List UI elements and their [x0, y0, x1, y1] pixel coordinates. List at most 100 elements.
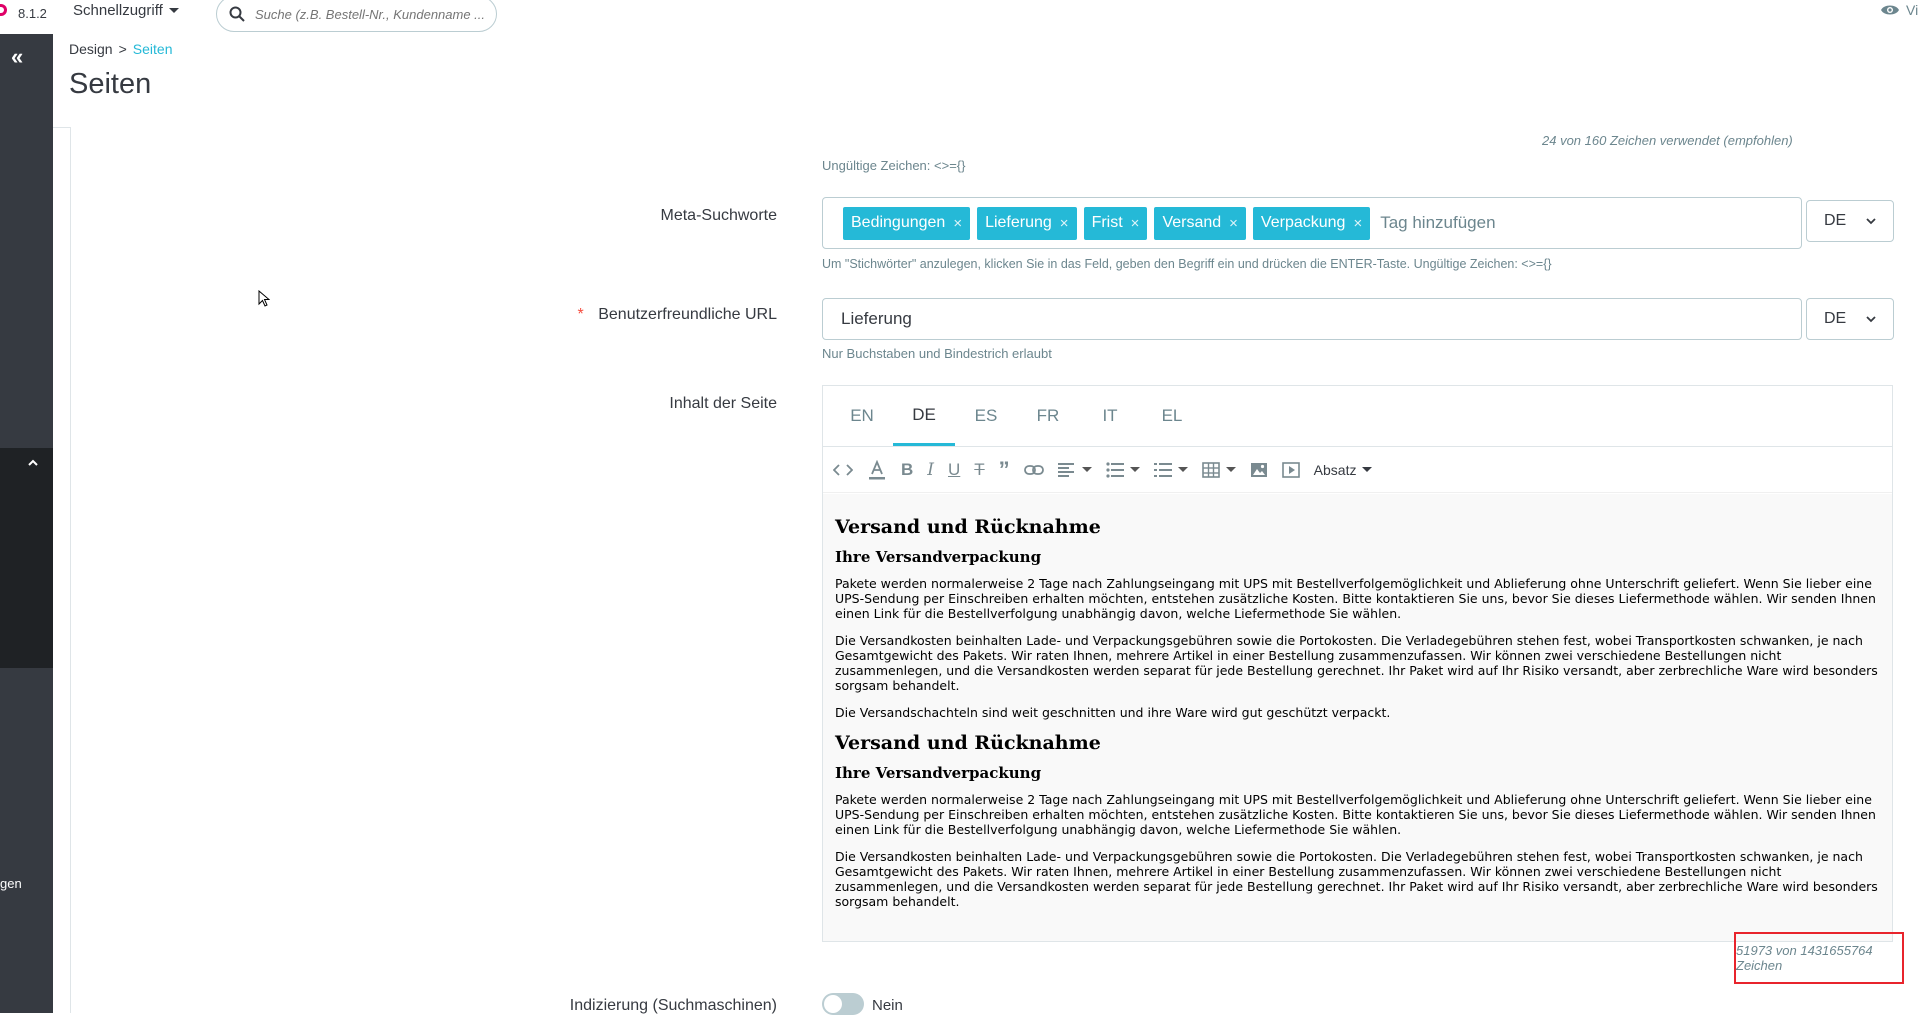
caret-down-icon	[1129, 467, 1140, 472]
caret-down-icon	[168, 8, 179, 13]
bullet-list-dropdown[interactable]	[1106, 455, 1140, 485]
align-dropdown[interactable]	[1057, 455, 1092, 485]
image-icon[interactable]	[1250, 455, 1268, 485]
content-paragraph: Die Versandkosten beinhalten Lade- und V…	[835, 849, 1878, 909]
sidebar: « gen	[0, 34, 53, 1013]
keyword-tag[interactable]: Versand ×	[1154, 206, 1246, 240]
paragraph-format-dropdown[interactable]: Absatz	[1314, 455, 1373, 485]
required-asterisk: *	[577, 306, 584, 323]
friendly-url-help: Nur Buchstaben und Bindestrich erlaubt	[822, 346, 1052, 361]
language-code: DE	[1824, 212, 1847, 229]
content-paragraph: Die Versandkosten beinhalten Lade- und V…	[835, 633, 1878, 693]
remove-tag-icon[interactable]: ×	[1229, 215, 1238, 232]
content-paragraph: Pakete werden normalerweise 2 Tage nach …	[835, 792, 1876, 837]
breadcrumb: Design > Seiten	[69, 41, 172, 57]
tab-el[interactable]: EL	[1141, 386, 1203, 446]
sidebar-item-label[interactable]: gen	[0, 876, 22, 891]
remove-tag-icon[interactable]: ×	[1353, 215, 1362, 232]
link-icon[interactable]	[1023, 455, 1044, 485]
friendly-url-value: Lieferung	[841, 309, 912, 328]
remove-tag-icon[interactable]: ×	[953, 215, 962, 232]
strikethrough-icon[interactable]: T	[974, 455, 984, 485]
keywords-language-select[interactable]: DE	[1806, 200, 1894, 242]
tab-en[interactable]: EN	[831, 386, 893, 446]
collapse-sidebar-icon[interactable]: «	[11, 46, 23, 68]
content-subheading: Ihre Versandverpackung	[835, 764, 1042, 782]
tab-es[interactable]: ES	[955, 386, 1017, 446]
keyword-tag[interactable]: Bedingungen ×	[843, 206, 971, 240]
caret-down-icon	[1225, 467, 1236, 472]
content-paragraph: Pakete werden normalerweise 2 Tage nach …	[835, 576, 1876, 621]
version-label: 8.1.2	[18, 6, 47, 21]
char-count-text: 51973 von 1431655764 Zeichen	[1736, 943, 1873, 973]
language-tabs: EN DE ES FR IT EL	[823, 386, 1892, 447]
top-bar: 8.1.2 Schnellzugriff Vi	[0, 0, 1920, 34]
blockquote-icon[interactable]: ”	[999, 455, 1010, 485]
indexing-value: Nein	[872, 997, 903, 1014]
rich-text-editor: EN DE ES FR IT EL B I U T ” Absatz Versa…	[822, 385, 1893, 942]
remove-tag-icon[interactable]: ×	[1131, 215, 1140, 232]
keywords-help: Um "Stichwörter" anzulegen, klicken Sie …	[822, 257, 1552, 271]
breadcrumb-current[interactable]: Seiten	[133, 41, 173, 57]
keyword-tag[interactable]: Frist ×	[1083, 206, 1148, 240]
tab-it[interactable]: IT	[1079, 386, 1141, 446]
meta-keywords-label: Meta-Suchworte	[660, 207, 778, 224]
page-header: Design > Seiten Seiten	[53, 34, 1920, 128]
add-tag-input[interactable]: Tag hinzufügen	[1380, 213, 1495, 233]
eye-icon	[1881, 5, 1899, 15]
source-code-icon[interactable]	[833, 455, 853, 485]
sidebar-submenu	[0, 448, 53, 668]
chevron-up-icon[interactable]	[28, 458, 38, 468]
media-icon[interactable]	[1281, 455, 1300, 485]
table-dropdown[interactable]	[1201, 455, 1236, 485]
tab-fr[interactable]: FR	[1017, 386, 1079, 446]
paragraph-format-label: Absatz	[1313, 461, 1357, 478]
editor-toolbar: B I U T ” Absatz	[823, 447, 1892, 493]
view-shop-link[interactable]: Vi	[1880, 2, 1918, 18]
meta-keywords-field[interactable]: Bedingungen × Lieferung × Frist × Versand × …	[822, 197, 1802, 249]
bullet-list-icon	[1106, 461, 1124, 478]
text-color-icon[interactable]	[867, 455, 887, 485]
quick-access-dropdown[interactable]: Schnellzugriff	[73, 2, 179, 19]
url-language-select[interactable]: DE	[1806, 298, 1894, 340]
toggle-knob	[824, 995, 842, 1013]
view-shop-label: Vi	[1906, 2, 1919, 18]
caret-down-icon	[1081, 467, 1092, 472]
numbered-list-dropdown[interactable]	[1153, 455, 1188, 485]
content-char-counter: 51973 von 1431655764 Zeichen	[1734, 932, 1904, 984]
caret-down-icon	[1177, 467, 1188, 472]
chevron-down-icon	[1866, 316, 1876, 323]
friendly-url-label: Benutzerfreundliche URL	[598, 306, 777, 323]
underline-icon[interactable]: U	[948, 455, 960, 485]
prestashop-logo-icon	[0, 4, 7, 16]
search-input[interactable]	[253, 5, 487, 23]
caret-down-icon	[1362, 467, 1373, 472]
breadcrumb-parent[interactable]: Design	[69, 41, 113, 57]
search-icon	[229, 6, 245, 22]
content-heading: Versand und Rücknahme	[835, 516, 1101, 538]
keyword-tag[interactable]: Lieferung ×	[977, 206, 1077, 240]
italic-icon[interactable]: I	[927, 455, 934, 485]
language-code: DE	[1824, 310, 1847, 327]
form-panel: 24 von 160 Zeichen verwendet (empfohlen)…	[70, 127, 1920, 1015]
breadcrumb-separator: >	[118, 41, 127, 57]
friendly-url-input[interactable]: Lieferung	[822, 298, 1802, 340]
editor-content-area[interactable]: Versand und Rücknahme Ihre Versandverpac…	[823, 494, 1892, 941]
table-icon	[1201, 461, 1220, 478]
invalid-chars-hint: Ungültige Zeichen: <>={}	[822, 158, 966, 173]
numbered-list-icon	[1153, 462, 1172, 477]
content-heading: Versand und Rücknahme	[835, 732, 1101, 754]
keyword-tag[interactable]: Verpackung ×	[1252, 206, 1371, 240]
align-left-icon	[1057, 462, 1074, 477]
indexing-toggle[interactable]	[822, 993, 864, 1015]
quick-access-label: Schnellzugriff	[73, 2, 163, 19]
bold-icon[interactable]: B	[901, 455, 913, 485]
chevron-down-icon	[1866, 218, 1876, 225]
friendly-url-label-row: * Benutzerfreundliche URL	[571, 306, 777, 324]
content-label: Inhalt der Seite	[669, 395, 777, 412]
tab-de[interactable]: DE	[893, 386, 955, 446]
indexing-label: Indizierung (Suchmaschinen)	[569, 997, 777, 1014]
search-box[interactable]	[216, 0, 497, 32]
remove-tag-icon[interactable]: ×	[1060, 215, 1069, 232]
content-paragraph: Die Versandschachteln sind weit geschnit…	[835, 705, 1391, 720]
